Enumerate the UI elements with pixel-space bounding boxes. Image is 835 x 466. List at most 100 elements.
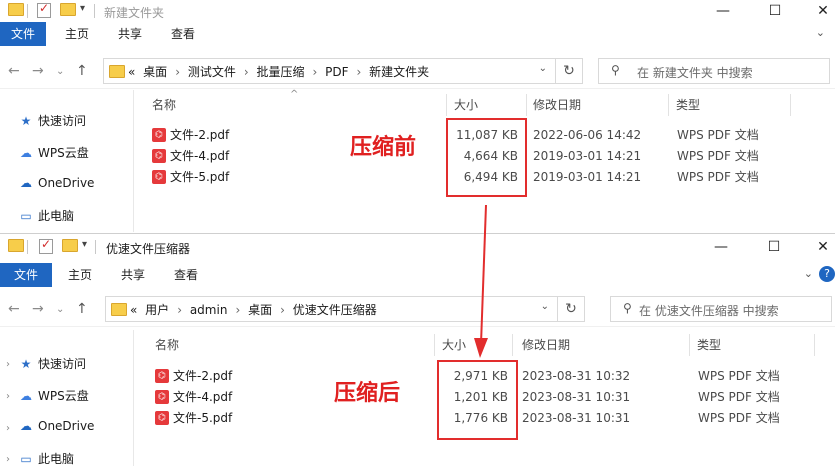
address-dropdown-icon[interactable]: ⌄ xyxy=(541,301,549,312)
breadcrumb-item[interactable]: 桌面 xyxy=(143,65,167,79)
nav-item-this-pc[interactable]: ▭ 此电脑 xyxy=(18,450,74,466)
column-divider[interactable] xyxy=(434,334,435,356)
breadcrumb-item[interactable]: 测试文件 xyxy=(188,65,236,79)
chevron-right-icon[interactable]: › xyxy=(177,303,182,317)
file-name: 文件-2.pdf xyxy=(173,369,233,383)
breadcrumb-item[interactable]: 批量压缩 xyxy=(256,65,304,79)
maximize-button[interactable]: ☐ xyxy=(752,0,798,22)
customize-toolbar-icon[interactable]: ▾ xyxy=(80,3,85,19)
forward-icon[interactable]: → xyxy=(32,301,44,317)
nav-item-quick-access[interactable]: ★ 快速访问 xyxy=(18,355,86,375)
up-icon[interactable]: ↑ xyxy=(76,63,88,79)
chevron-right-icon[interactable]: › xyxy=(313,65,318,79)
close-button[interactable]: ✕ xyxy=(800,0,835,22)
chevron-right-icon[interactable]: › xyxy=(244,65,249,79)
column-header-date[interactable]: 修改日期 xyxy=(522,334,570,356)
refresh-button[interactable]: ↻ xyxy=(558,296,585,322)
title-bar: ▾ 新建文件夹 — ☐ ✕ xyxy=(0,0,835,22)
tab-file[interactable]: 文件 xyxy=(0,263,52,287)
nav-item-wps-cloud[interactable]: ☁ WPS云盘 xyxy=(18,144,89,164)
column-header-type[interactable]: 类型 xyxy=(697,334,721,356)
customize-toolbar-icon[interactable]: ▾ xyxy=(82,239,87,255)
new-folder-icon[interactable] xyxy=(60,3,76,16)
chevron-right-icon[interactable]: › xyxy=(6,391,10,402)
column-header-name[interactable]: 名称 xyxy=(152,94,176,116)
column-divider[interactable] xyxy=(668,94,669,116)
column-header-size[interactable]: 大小 xyxy=(442,334,466,356)
column-divider[interactable] xyxy=(790,94,791,116)
close-button[interactable]: ✕ xyxy=(800,236,835,258)
navigation-pane: › ★ 快速访问 › ☁ WPS云盘 › ☁ OneDrive › ▭ 此电脑 xyxy=(0,330,134,466)
tab-view[interactable]: 查看 xyxy=(174,263,198,287)
address-bar[interactable]: « 用户 › admin › 桌面 › 优速文件压缩器 ⌄ xyxy=(105,296,558,322)
folder-icon xyxy=(8,3,24,16)
properties-icon[interactable] xyxy=(39,237,53,254)
breadcrumb-item[interactable]: 优速文件压缩器 xyxy=(293,303,377,317)
column-divider[interactable] xyxy=(814,334,815,356)
chevron-right-icon[interactable]: › xyxy=(6,423,10,434)
tab-home[interactable]: 主页 xyxy=(68,263,92,287)
chevron-right-icon[interactable]: › xyxy=(6,454,10,465)
cloud-icon: ☁ xyxy=(20,389,32,403)
folder-icon xyxy=(109,65,125,78)
search-input[interactable]: ⚲ 在 优速文件压缩器 中搜索 xyxy=(610,296,832,322)
expand-ribbon-icon[interactable]: ⌄ xyxy=(816,26,825,39)
back-icon[interactable]: ← xyxy=(8,63,20,79)
tab-view[interactable]: 查看 xyxy=(171,22,195,46)
nav-item-onedrive[interactable]: ☁ OneDrive xyxy=(18,419,94,439)
breadcrumb-item[interactable]: 用户 xyxy=(145,303,169,317)
column-divider[interactable] xyxy=(512,334,513,356)
minimize-button[interactable]: — xyxy=(698,236,744,258)
column-header-name[interactable]: 名称 xyxy=(155,334,179,356)
chevron-right-icon[interactable]: › xyxy=(6,359,10,370)
column-header-size[interactable]: 大小 xyxy=(454,94,478,116)
column-divider[interactable] xyxy=(689,334,690,356)
pdf-file-icon: ⌬ xyxy=(155,389,169,404)
back-icon[interactable]: ← xyxy=(8,301,20,317)
annotation-label-after: 压缩后 xyxy=(334,381,401,406)
tab-home[interactable]: 主页 xyxy=(65,22,89,46)
maximize-button[interactable]: ☐ xyxy=(751,236,797,258)
forward-icon[interactable]: → xyxy=(32,63,44,79)
up-icon[interactable]: ↑ xyxy=(76,301,88,317)
chevron-right-icon[interactable]: › xyxy=(280,303,285,317)
expand-ribbon-icon[interactable]: ⌄ xyxy=(804,267,813,280)
properties-icon[interactable] xyxy=(37,1,51,18)
file-name: 文件-4.pdf xyxy=(170,149,230,163)
breadcrumb-item[interactable]: 新建文件夹 xyxy=(369,65,429,79)
tab-share[interactable]: 共享 xyxy=(121,263,145,287)
file-name: 文件-2.pdf xyxy=(170,128,230,142)
column-header-type[interactable]: 类型 xyxy=(676,94,700,116)
breadcrumb: « 用户 › admin › 桌面 › 优速文件压缩器 xyxy=(130,301,381,318)
nav-item-this-pc[interactable]: ▭ 此电脑 xyxy=(18,207,74,227)
column-divider[interactable] xyxy=(446,94,447,116)
refresh-button[interactable]: ↻ xyxy=(556,58,583,84)
nav-item-wps-cloud[interactable]: ☁ WPS云盘 xyxy=(18,387,89,407)
cloud-icon: ☁ xyxy=(20,146,32,160)
recent-dropdown-icon[interactable]: ⌄ xyxy=(56,304,64,315)
help-icon[interactable]: ? xyxy=(819,266,835,282)
chevron-right-icon[interactable]: › xyxy=(357,65,362,79)
nav-item-onedrive[interactable]: ☁ OneDrive xyxy=(18,176,94,196)
address-overflow[interactable]: « xyxy=(130,303,137,317)
column-divider[interactable] xyxy=(526,94,527,116)
new-folder-icon[interactable] xyxy=(62,239,78,252)
address-bar[interactable]: « 桌面 › 测试文件 › 批量压缩 › PDF › 新建文件夹 ⌄ xyxy=(103,58,556,84)
address-dropdown-icon[interactable]: ⌄ xyxy=(539,63,547,74)
file-date: 2019-03-01 14:21 xyxy=(533,170,642,184)
tab-file[interactable]: 文件 xyxy=(0,22,46,46)
breadcrumb-item[interactable]: PDF xyxy=(325,65,348,79)
breadcrumb-item[interactable]: 桌面 xyxy=(248,303,272,317)
breadcrumb-item[interactable]: admin xyxy=(190,303,228,317)
address-overflow[interactable]: « xyxy=(128,65,135,79)
column-header-date[interactable]: 修改日期 xyxy=(533,94,581,116)
nav-item-quick-access[interactable]: ★ 快速访问 xyxy=(18,112,86,132)
navigation-bar: ← → ⌄ ↑ « 用户 › admin › 桌面 › 优速文件压缩器 ⌄ ↻ ⚲ 在… xyxy=(0,292,835,327)
chevron-right-icon[interactable]: › xyxy=(175,65,180,79)
tab-share[interactable]: 共享 xyxy=(118,22,142,46)
search-input[interactable]: ⚲ 在 新建文件夹 中搜索 xyxy=(598,58,830,84)
minimize-button[interactable]: — xyxy=(700,0,746,22)
recent-dropdown-icon[interactable]: ⌄ xyxy=(56,66,64,77)
chevron-right-icon[interactable]: › xyxy=(235,303,240,317)
ribbon: 文件 主页 共享 查看 ⌄ ? xyxy=(0,263,835,287)
